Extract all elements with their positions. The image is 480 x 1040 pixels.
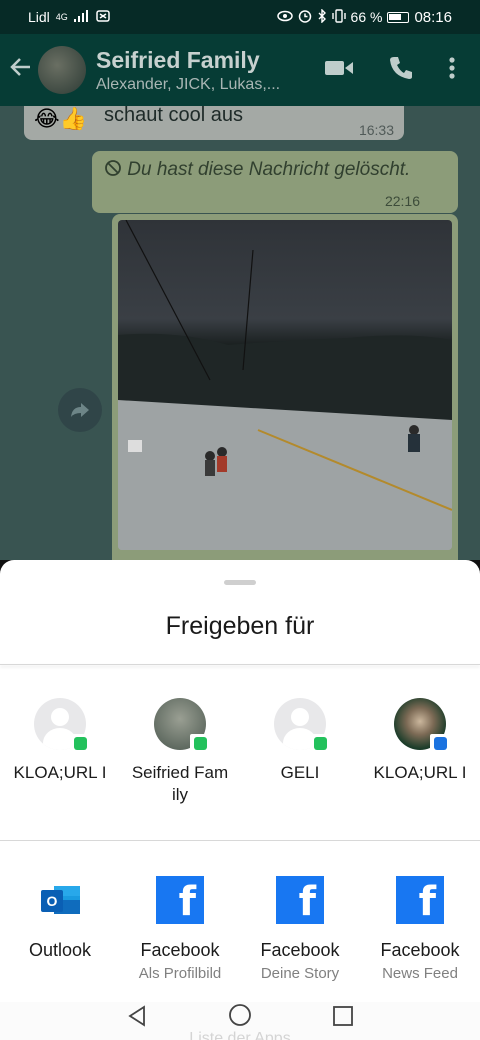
share-contact-kloa-whatsapp[interactable]: KLOA;URL I: [0, 698, 120, 806]
more-options-icon[interactable]: [448, 56, 456, 85]
whatsapp-badge-icon: [310, 734, 330, 752]
app-share-row: O Outlook f Facebook Als Profilbild f Fa…: [0, 876, 480, 982]
back-arrow-icon[interactable]: [8, 54, 36, 87]
forward-icon[interactable]: [58, 388, 102, 432]
blocked-icon: [104, 159, 127, 180]
chat-header: Seifried Family Alexander, JICK, Lukas,.…: [0, 34, 480, 106]
divider: [0, 840, 480, 841]
carrier-label: Lidl: [28, 9, 50, 25]
share-app-facebook-feed[interactable]: f Facebook News Feed: [360, 876, 480, 982]
group-avatar[interactable]: [38, 46, 86, 94]
drag-handle[interactable]: [224, 580, 256, 585]
svg-text:O: O: [47, 893, 58, 909]
app-list-label: Liste der Apps: [189, 1030, 291, 1040]
app-sub: News Feed: [382, 965, 458, 982]
signal-icon: [73, 9, 90, 25]
message-time: 22:16: [384, 193, 420, 209]
outlook-icon: O: [36, 876, 84, 924]
share-sheet-title: Freigeben für: [165, 612, 315, 640]
contact-name: KLOA;URL I: [13, 763, 107, 782]
facebook-icon: f: [396, 876, 444, 924]
share-contact-seifried-family[interactable]: Seifried Family: [120, 698, 240, 806]
system-nav-bar: Liste der Apps: [0, 1002, 480, 1040]
bluetooth-icon: [317, 7, 327, 26]
back-nav-icon[interactable]: [126, 1004, 148, 1028]
contact-name: Seifried Family: [131, 763, 229, 804]
messages-badge-icon: [430, 734, 450, 752]
recents-nav-icon[interactable]: [332, 1005, 354, 1029]
phone-call-icon[interactable]: [388, 55, 414, 86]
share-app-facebook-story[interactable]: f Facebook Deine Story: [240, 876, 360, 982]
incoming-message[interactable]: 😂👍 schaut cool aus 16:33: [24, 106, 404, 140]
share-app-outlook[interactable]: O Outlook: [0, 876, 120, 982]
app-sub: Deine Story: [260, 965, 340, 982]
ski-photo[interactable]: [118, 220, 452, 550]
image-message[interactable]: [112, 214, 458, 560]
status-bar: Lidl 4G 66 % 08:16: [0, 0, 480, 34]
facebook-icon: f: [276, 876, 324, 924]
battery-icon: [387, 11, 410, 23]
eye-icon: [276, 9, 293, 25]
battery-percent: 66 %: [350, 9, 383, 25]
clock: 08:16: [414, 8, 452, 26]
message-text: schaut cool aus: [104, 106, 243, 126]
chat-title-block[interactable]: Seifried Family Alexander, JICK, Lukas,.…: [96, 47, 324, 94]
app-name: Facebook: [380, 940, 460, 960]
whatsapp-badge-icon: [70, 734, 90, 752]
facebook-icon: f: [156, 876, 204, 924]
message-emoji: 😂👍: [34, 106, 88, 131]
app-name: Facebook: [140, 940, 220, 960]
contact-name: KLOA;URL I: [373, 763, 467, 782]
share-contact-geli[interactable]: GELI: [240, 698, 360, 806]
vibrate-icon: [331, 8, 346, 26]
home-nav-icon[interactable]: [228, 1003, 252, 1027]
share-contact-kloa-messages[interactable]: KLOA;URL I: [360, 698, 480, 806]
app-name: Outlook: [28, 940, 92, 960]
share-sheet: Freigeben für KLOA;URL I Seifried Family: [0, 560, 480, 1002]
whatsapp-badge-icon: [190, 734, 210, 752]
chat-title: Seifried Family: [96, 46, 260, 73]
direct-share-row: KLOA;URL I Seifried Family GELI KLOA;URL…: [0, 698, 480, 806]
data-saver-icon: [96, 9, 110, 25]
deleted-message[interactable]: Du hast diese Nachricht gelöscht. 22:16: [92, 151, 458, 213]
divider: [0, 664, 480, 665]
video-call-icon[interactable]: [324, 58, 354, 83]
chat-area: 😂👍 schaut cool aus 16:33 Du hast diese N…: [0, 106, 480, 560]
chat-subtitle: Alexander, JICK, Lukas,...: [96, 75, 281, 93]
share-app-facebook-profile[interactable]: f Facebook Als Profilbild: [120, 876, 240, 982]
deleted-message-text: Du hast diese Nachricht gelöscht.: [104, 159, 410, 181]
app-name: Facebook: [260, 940, 340, 960]
network-label: 4G: [55, 12, 68, 22]
alarm-icon: [298, 9, 312, 26]
message-time: 16:33: [358, 122, 394, 138]
deleted-text: Du hast diese Nachricht gelöscht.: [127, 159, 411, 180]
app-sub: Als Profilbild: [138, 965, 222, 982]
contact-name: GELI: [280, 763, 320, 782]
